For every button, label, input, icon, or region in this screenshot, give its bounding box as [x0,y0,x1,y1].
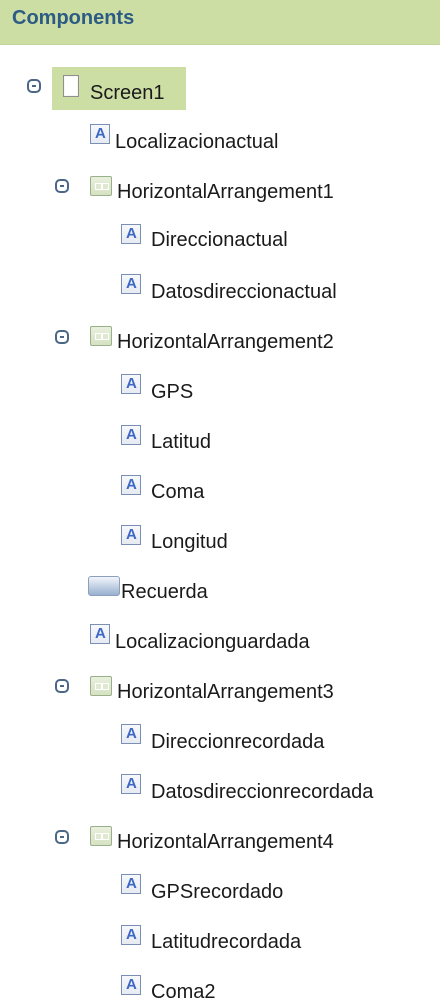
tree-item-screen1[interactable]: Screen1 [90,83,165,103]
label-component-icon [121,224,141,244]
label-component-icon [121,925,141,945]
components-title: Components [12,7,135,29]
tree-item-horizontalarrangement4[interactable]: HorizontalArrangement4 [117,832,334,852]
tree-item-localizacionactual[interactable]: Localizacionactual [115,132,278,152]
label-component-icon [121,724,141,744]
tree-item-horizontalarrangement2[interactable]: HorizontalArrangement2 [117,332,334,352]
tree-item-gps[interactable]: GPS [151,382,193,402]
tree-item-coma[interactable]: Coma [151,482,204,502]
tree-item-localizacionguardada[interactable]: Localizacionguardada [115,632,310,652]
collapse-icon[interactable] [27,79,41,93]
tree-item-horizontalarrangement1[interactable]: HorizontalArrangement1 [117,182,334,202]
screen-icon [63,75,79,97]
button-component-icon [88,576,120,596]
label-component-icon [90,124,110,144]
tree-item-direccionrecordada[interactable]: Direccionrecordada [151,732,324,752]
label-component-icon [121,274,141,294]
tree-item-latitudrecordada[interactable]: Latitudrecordada [151,932,301,952]
tree-item-datosdireccionrecordada[interactable]: Datosdireccionrecordada [151,782,373,802]
label-component-icon [121,774,141,794]
collapse-icon[interactable] [55,179,69,193]
label-component-icon [121,425,141,445]
horizontal-arrangement-icon [90,676,112,696]
collapse-icon[interactable] [55,330,69,344]
label-component-icon [121,975,141,995]
horizontal-arrangement-icon [90,826,112,846]
tree-item-recuerda[interactable]: Recuerda [121,582,208,602]
horizontal-arrangement-icon [90,326,112,346]
label-component-icon [121,475,141,495]
label-component-icon [121,874,141,894]
tree-item-longitud[interactable]: Longitud [151,532,228,552]
label-component-icon [121,525,141,545]
tree-item-gpsrecordado[interactable]: GPSrecordado [151,882,283,902]
tree-item-coma2[interactable]: Coma2 [151,982,215,1001]
collapse-icon[interactable] [55,830,69,844]
components-header: Components [0,0,440,45]
tree-item-direccionactual[interactable]: Direccionactual [151,230,288,250]
tree-item-horizontalarrangement3[interactable]: HorizontalArrangement3 [117,682,334,702]
components-panel: Components Screen1 Localizacionactual Ho… [0,0,440,1001]
label-component-icon [121,374,141,394]
collapse-icon[interactable] [55,679,69,693]
horizontal-arrangement-icon [90,176,112,196]
tree-item-datosdireccionactual[interactable]: Datosdireccionactual [151,282,337,302]
label-component-icon [90,624,110,644]
tree-item-latitud[interactable]: Latitud [151,432,211,452]
